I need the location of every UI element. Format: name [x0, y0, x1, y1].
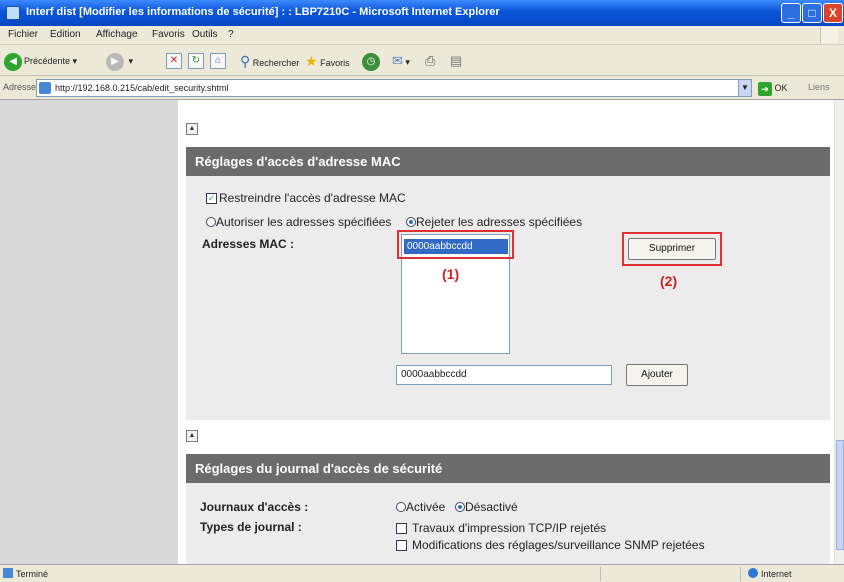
log-type-tcpip-checkbox[interactable]	[396, 523, 407, 534]
address-bar: Adresse http://192.168.0.215/cab/edit_se…	[0, 76, 844, 100]
history-button[interactable]: ◷	[362, 51, 382, 71]
address-url: http://192.168.0.215/cab/edit_security.s…	[55, 83, 229, 93]
address-input[interactable]: http://192.168.0.215/cab/edit_security.s…	[36, 79, 748, 97]
log-types-label: Types de journal :	[200, 520, 302, 534]
log-type-tcpip-label: Travaux d'impression TCP/IP rejetés	[412, 521, 607, 535]
mail-icon: ✉	[392, 53, 403, 68]
page-status-icon	[3, 568, 13, 578]
menu-fichier[interactable]: Fichier	[8, 29, 38, 40]
browser-window: Interf dist [Modifier les informations d…	[0, 0, 844, 582]
home-icon[interactable]: ⌂	[210, 53, 226, 69]
restrict-mac-label: Restreindre l'accès d'adresse MAC	[219, 191, 406, 205]
toolbar: ◀ Précédente ▾ ▶ ▾ ✕ ↻ ⌂ ⚲ Rechercher ★ F…	[0, 44, 844, 76]
collapse-up-icon[interactable]: ▲	[186, 123, 198, 135]
add-button[interactable]: Ajouter	[626, 364, 688, 386]
annotation-1: (1)	[442, 266, 460, 282]
status-text: Terminé	[3, 568, 48, 579]
menu-help[interactable]: ?	[228, 29, 234, 40]
history-icon: ◷	[362, 52, 380, 71]
status-divider	[740, 567, 741, 581]
forward-button[interactable]: ▶ ▾	[106, 51, 133, 71]
page-icon	[39, 82, 51, 94]
mac-addresses-label: Adresses MAC :	[202, 237, 295, 251]
mac-address-input[interactable]: 0000aabbccdd	[396, 365, 612, 385]
menu-edition[interactable]: Edition	[50, 29, 81, 40]
mac-section-header: Réglages d'accès d'adresse MAC	[186, 147, 830, 176]
star-icon: ★	[305, 53, 318, 69]
log-section-header: Réglages du journal d'accès de sécurité	[186, 454, 830, 483]
disabled-radio[interactable]	[455, 502, 465, 512]
allow-radio[interactable]	[206, 217, 216, 227]
forward-arrow-icon: ▶	[106, 52, 124, 71]
ie-icon	[6, 6, 20, 20]
search-button[interactable]: ⚲ Rechercher	[240, 51, 299, 71]
log-type-snmp-checkbox[interactable]	[396, 540, 407, 551]
access-logs-label: Journaux d'accès :	[200, 500, 309, 514]
page-content: ▲ Réglages d'accès d'adresse MAC ✓ Restr…	[0, 100, 844, 564]
menu-affichage[interactable]: Affichage	[96, 29, 138, 40]
security-zone: Internet	[748, 568, 792, 579]
scrollbar-thumb[interactable]	[836, 440, 844, 550]
left-nav-pane	[0, 100, 178, 564]
back-button[interactable]: ◀ Précédente ▾	[4, 51, 77, 71]
log-enabled-option[interactable]: Activée	[396, 500, 445, 514]
refresh-icon[interactable]: ↻	[188, 53, 204, 69]
mail-button[interactable]: ✉ ▾	[392, 51, 410, 71]
menu-favoris[interactable]: Favoris	[152, 29, 185, 40]
address-label: Adresse	[3, 82, 37, 92]
address-dropdown-icon[interactable]: ▼	[738, 79, 752, 97]
maximize-button[interactable]: □	[802, 3, 822, 23]
vertical-scrollbar[interactable]	[834, 100, 844, 564]
log-type-snmp-label: Modifications des réglages/surveillance …	[412, 538, 705, 552]
highlight-box-2	[622, 232, 722, 266]
windows-logo-icon	[820, 27, 838, 43]
printer-icon: ⎙	[425, 53, 436, 68]
menu-bar: Fichier Edition Affichage Favoris Outils…	[0, 26, 844, 44]
status-divider	[600, 567, 601, 581]
favorites-button[interactable]: ★ Favoris	[305, 51, 350, 71]
go-button[interactable]: ➜ OK	[758, 79, 798, 97]
back-arrow-icon: ◀	[4, 52, 22, 71]
title-bar: Interf dist [Modifier les informations d…	[0, 0, 844, 26]
menu-outils[interactable]: Outils	[192, 29, 218, 40]
reject-radio[interactable]	[406, 217, 416, 227]
allow-addresses-option[interactable]: Autoriser les adresses spécifiées	[206, 215, 391, 229]
status-bar: Terminé Internet	[0, 564, 844, 582]
globe-icon	[748, 568, 758, 578]
go-arrow-icon: ➜	[758, 81, 772, 96]
minimize-button[interactable]: _	[781, 3, 801, 23]
restrict-mac-checkbox[interactable]: ✓	[206, 193, 217, 204]
edit-icon: ▤	[450, 53, 463, 68]
links-label[interactable]: Liens	[808, 82, 830, 92]
close-button[interactable]: X	[823, 3, 843, 23]
stop-icon[interactable]: ✕	[166, 53, 182, 69]
window-title: Interf dist [Modifier les informations d…	[26, 6, 500, 18]
search-icon: ⚲	[240, 53, 251, 69]
enabled-radio[interactable]	[396, 502, 406, 512]
log-disabled-option[interactable]: Désactivé	[455, 500, 518, 514]
print-button[interactable]: ⎙	[425, 51, 435, 71]
collapse-up-icon-2[interactable]: ▲	[186, 430, 198, 442]
annotation-2: (2)	[660, 273, 678, 289]
highlight-box-1	[397, 230, 514, 259]
reject-addresses-option[interactable]: Rejeter les adresses spécifiées	[406, 215, 582, 229]
edit-button[interactable]: ▤	[450, 51, 462, 71]
